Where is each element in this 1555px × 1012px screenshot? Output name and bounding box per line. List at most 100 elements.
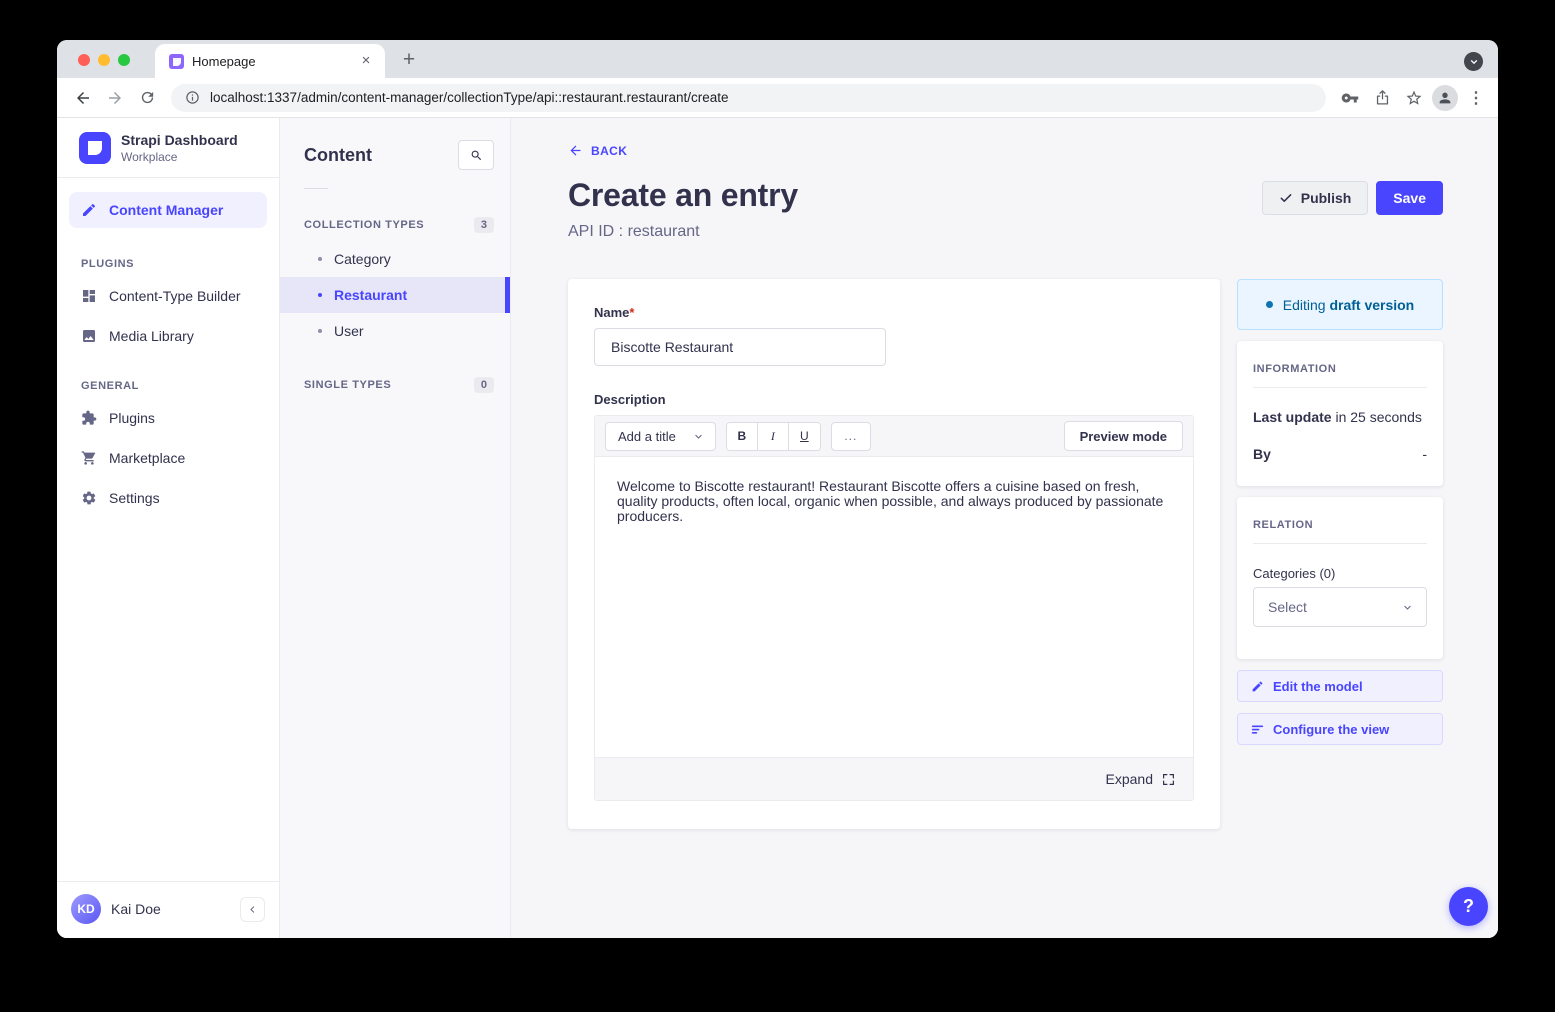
browser-menu-icon[interactable]: ⋮ — [1462, 84, 1490, 112]
information-card: INFORMATION Last update in 25 seconds By… — [1237, 341, 1443, 486]
sidebar-item-settings[interactable]: Settings — [57, 478, 279, 518]
relation-card: RELATION Categories (0) Select — [1237, 497, 1443, 659]
layout-icon — [81, 288, 97, 304]
draft-status-banner: Editing draft version — [1237, 279, 1443, 330]
entry-side-panel: Editing draft version INFORMATION Last u… — [1237, 279, 1443, 745]
close-tab-icon[interactable]: × — [357, 52, 375, 70]
tab-title: Homepage — [192, 54, 349, 69]
required-asterisk: * — [629, 305, 634, 320]
categories-label: Categories (0) — [1253, 566, 1427, 581]
edit-model-button[interactable]: Edit the model — [1237, 670, 1443, 702]
user-name: Kai Doe — [111, 901, 230, 917]
rich-text-editor: Add a title B I U ... Preview mode — [594, 415, 1194, 801]
collection-types-count-badge: 3 — [474, 217, 494, 233]
bullet-icon — [318, 293, 322, 297]
divider — [1253, 543, 1427, 544]
forward-nav-icon[interactable] — [101, 84, 129, 112]
subnav-item-user[interactable]: User — [280, 313, 510, 349]
bookmark-star-icon[interactable] — [1400, 84, 1428, 112]
divider — [1253, 387, 1427, 388]
maximize-window-button[interactable] — [118, 54, 130, 66]
user-profile[interactable]: KD Kai Doe — [57, 881, 279, 938]
relation-label: RELATION — [1253, 519, 1427, 531]
sidebar-item-label: Plugins — [109, 410, 155, 426]
sidebar-item-content-type-builder[interactable]: Content-Type Builder — [57, 276, 279, 316]
last-update-row: Last update in 25 seconds — [1253, 409, 1427, 425]
bold-button[interactable]: B — [727, 423, 758, 450]
save-button[interactable]: Save — [1376, 181, 1443, 215]
search-button[interactable] — [458, 140, 494, 170]
strapi-logo-icon — [79, 132, 111, 164]
divider — [57, 177, 279, 178]
description-field-label: Description — [594, 392, 1194, 407]
title-style-dropdown[interactable]: Add a title — [605, 422, 716, 451]
more-formats-button[interactable]: ... — [831, 422, 871, 451]
divider — [304, 188, 328, 189]
api-id-subtitle: API ID : restaurant — [568, 223, 1443, 241]
back-link[interactable]: BACK — [568, 143, 627, 158]
sidebar-item-marketplace[interactable]: Marketplace — [57, 438, 279, 478]
expand-icon — [1162, 773, 1175, 786]
entry-form-card: Name* Description Add a title — [568, 279, 1220, 829]
browser-toolbar: localhost:1337/admin/content-manager/col… — [57, 78, 1498, 118]
chevron-down-icon — [1403, 603, 1412, 612]
strapi-favicon-icon — [169, 54, 184, 69]
sidebar-item-label: Marketplace — [109, 450, 185, 466]
name-input[interactable] — [594, 328, 886, 366]
cart-icon — [81, 450, 97, 466]
plugins-section-label: PLUGINS — [57, 234, 279, 276]
search-icon — [470, 149, 483, 162]
password-key-icon[interactable] — [1336, 84, 1364, 112]
chevron-down-icon — [694, 432, 703, 441]
subnav-item-category[interactable]: Category — [280, 241, 510, 277]
share-icon[interactable] — [1368, 84, 1396, 112]
workspace-brand[interactable]: Strapi Dashboard Workplace — [57, 118, 279, 177]
check-icon — [1279, 191, 1293, 205]
arrow-left-icon — [568, 143, 583, 158]
editor-toolbar: Add a title B I U ... Preview mode — [595, 416, 1193, 457]
bullet-icon — [318, 329, 322, 333]
sidebar-item-plugins[interactable]: Plugins — [57, 398, 279, 438]
chevron-left-icon — [248, 905, 257, 914]
status-dot-icon — [1266, 301, 1273, 308]
minimize-window-button[interactable] — [98, 54, 110, 66]
italic-button[interactable]: I — [758, 423, 789, 450]
by-value: - — [1422, 446, 1427, 462]
close-window-button[interactable] — [78, 54, 90, 66]
bullet-icon — [318, 257, 322, 261]
main-content: BACK Create an entry Publish Save API ID… — [511, 118, 1498, 938]
back-nav-icon[interactable] — [69, 84, 97, 112]
puzzle-icon — [81, 410, 97, 426]
publish-button[interactable]: Publish — [1262, 181, 1369, 215]
description-textarea[interactable]: Welcome to Biscotte restaurant! Restaura… — [595, 457, 1193, 757]
pencil-icon — [1251, 680, 1264, 693]
single-types-label: SINGLE TYPES — [304, 379, 391, 391]
sidebar-item-label: Content-Type Builder — [109, 288, 241, 304]
browser-window: Homepage × + localhost:1337/admin/conten… — [57, 40, 1498, 938]
subnav-title: Content — [304, 145, 372, 166]
expand-button[interactable]: Expand — [1106, 771, 1175, 787]
url-bar[interactable]: localhost:1337/admin/content-manager/col… — [171, 84, 1326, 112]
subnav-item-restaurant[interactable]: Restaurant — [280, 277, 510, 313]
editor-footer: Expand — [595, 757, 1193, 800]
sidebar-item-label: Media Library — [109, 328, 194, 344]
sidebar-item-media-library[interactable]: Media Library — [57, 316, 279, 356]
user-avatar: KD — [71, 894, 101, 924]
new-tab-button[interactable]: + — [395, 47, 423, 75]
preview-mode-button[interactable]: Preview mode — [1064, 421, 1183, 451]
collapse-sidebar-button[interactable] — [240, 897, 265, 922]
browser-profile-avatar[interactable] — [1432, 85, 1458, 111]
refresh-icon[interactable] — [133, 84, 161, 112]
page-info-icon[interactable] — [185, 90, 200, 105]
brand-title: Strapi Dashboard — [121, 132, 238, 150]
tab-search-chevron-icon[interactable] — [1464, 52, 1483, 71]
sidebar-item-content-manager[interactable]: Content Manager — [69, 192, 267, 228]
configure-view-button[interactable]: Configure the view — [1237, 713, 1443, 745]
underline-button[interactable]: U — [789, 423, 820, 450]
page-title: Create an entry — [568, 177, 798, 214]
pen-icon — [81, 202, 97, 218]
help-button[interactable]: ? — [1449, 887, 1488, 926]
browser-tab[interactable]: Homepage × — [155, 44, 385, 78]
categories-select[interactable]: Select — [1253, 587, 1427, 627]
subnav-item-label: User — [334, 323, 364, 339]
